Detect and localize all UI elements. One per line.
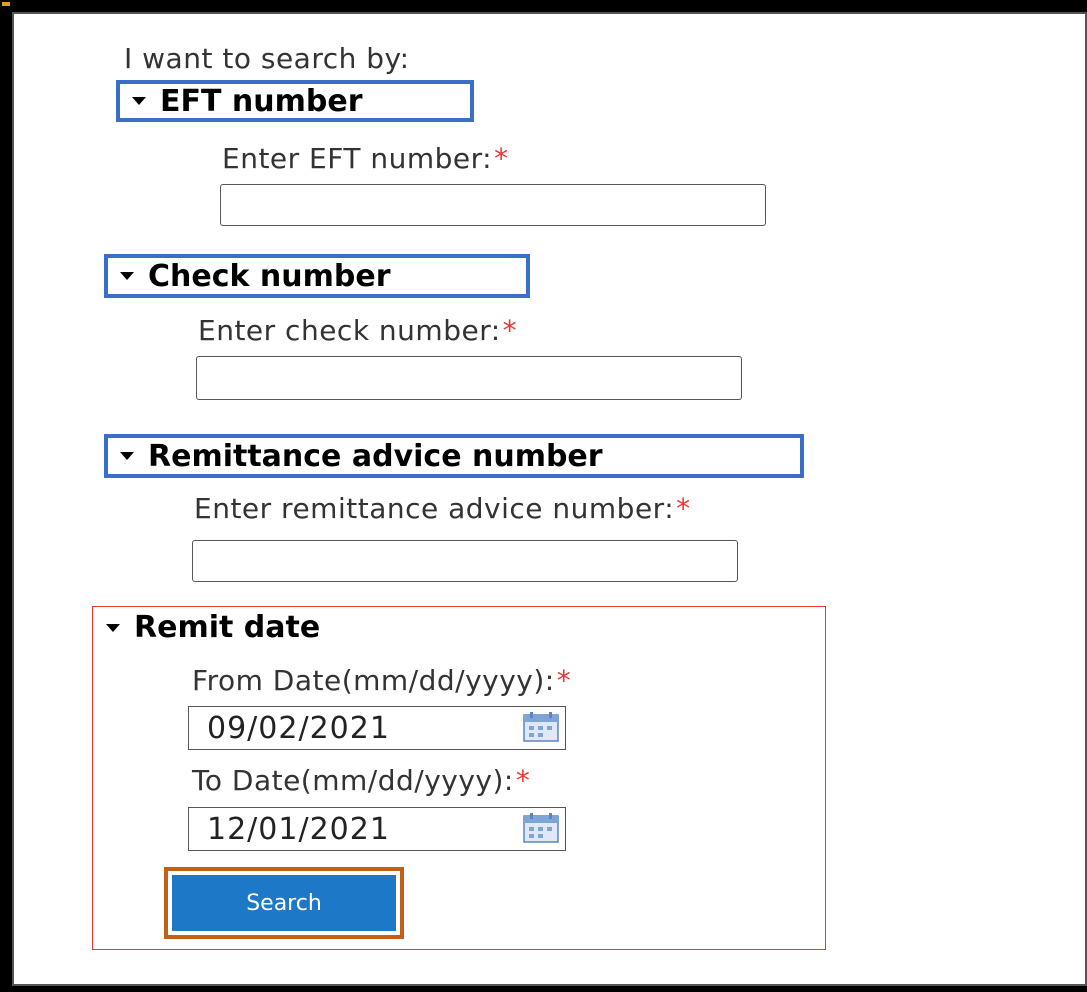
caret-down-icon: [106, 623, 120, 632]
to-date-value: 12/01/2021: [207, 811, 390, 847]
caret-down-icon: [120, 452, 134, 460]
from-date-value: 09/02/2021: [207, 710, 390, 746]
required-marker: *: [502, 314, 518, 347]
remittance-number-input[interactable]: [192, 540, 738, 582]
caret-down-icon: [132, 97, 146, 105]
search-button-highlight: Search: [164, 867, 404, 939]
required-marker: *: [556, 664, 572, 697]
required-marker: *: [494, 142, 509, 175]
section-title-remittance: Remittance advice number: [148, 438, 603, 474]
caret-down-icon: [120, 272, 134, 280]
section-toggle-check[interactable]: Check number: [104, 254, 530, 298]
remittance-label: Enter remittance advice number:*: [194, 492, 691, 525]
section-toggle-remittance[interactable]: Remittance advice number: [104, 434, 804, 478]
search-button[interactable]: Search: [172, 875, 396, 931]
check-label: Enter check number:*: [198, 314, 518, 347]
required-marker: *: [676, 492, 691, 525]
section-title-eft: EFT number: [160, 83, 363, 119]
calendar-icon[interactable]: [523, 712, 559, 742]
eft-label: Enter EFT number:*: [222, 142, 509, 175]
from-date-input[interactable]: 09/02/2021: [188, 706, 566, 750]
eft-number-input[interactable]: [220, 184, 766, 226]
required-marker: *: [515, 764, 531, 797]
section-title-remit-date: Remit date: [134, 610, 321, 645]
to-date-label: To Date(mm/dd/yyyy):*: [192, 764, 531, 797]
section-toggle-remit-date[interactable]: Remit date: [106, 610, 320, 645]
section-title-check: Check number: [148, 258, 391, 294]
check-number-input[interactable]: [196, 356, 742, 400]
calendar-icon[interactable]: [523, 813, 559, 843]
from-date-label: From Date(mm/dd/yyyy):*: [192, 664, 572, 697]
search-by-intro: I want to search by:: [124, 42, 410, 75]
search-panel: I want to search by: EFT number Enter EF…: [2, 2, 1087, 986]
to-date-input[interactable]: 12/01/2021: [188, 807, 566, 851]
section-toggle-eft[interactable]: EFT number: [116, 80, 474, 122]
